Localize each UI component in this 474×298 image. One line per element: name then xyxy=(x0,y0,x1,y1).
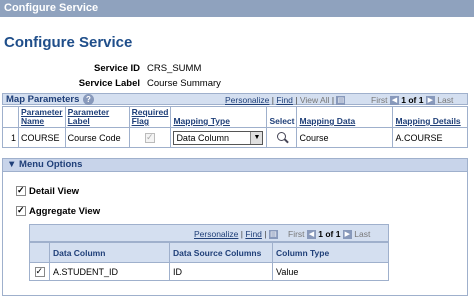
chevron-down-icon[interactable]: ▼ xyxy=(250,131,263,144)
data-column-value: A.STUDENT_ID xyxy=(49,262,170,281)
required-flag-checkbox xyxy=(145,132,156,143)
mapping-type-select[interactable]: Data Column ▼ xyxy=(173,130,264,145)
prev-icon[interactable]: ◀ xyxy=(389,96,399,106)
aggregate-personalize-link[interactable]: Personalize xyxy=(194,229,238,239)
map-parameters-title: Map Parameters xyxy=(6,94,80,105)
col-parameter-name[interactable]: Parameter Name xyxy=(18,106,66,128)
service-id-value: CRS_SUMM xyxy=(147,63,202,74)
aggregate-check-header xyxy=(29,242,50,263)
required-flag-cell xyxy=(128,127,172,148)
mapping-data: Course xyxy=(296,127,394,148)
detail-view-row: Detail View xyxy=(16,185,79,197)
table-row: 1 COURSE Course Code Data Column ▼ Cours… xyxy=(2,127,468,148)
col-mapping-data[interactable]: Mapping Data xyxy=(296,106,394,128)
service-label-label: Service Label xyxy=(78,78,140,89)
detail-view-label: Detail View xyxy=(29,186,79,197)
aggregate-last-link[interactable]: Last xyxy=(354,229,370,239)
aggregate-grid-nav: Personalize | Find | ▤ xyxy=(194,229,278,240)
aggregate-grid-header: Personalize | Find | ▤ First ◀ 1 of 1 ▶ … xyxy=(29,224,389,242)
help-icon[interactable]: ? xyxy=(83,94,94,105)
column-type-value: Value xyxy=(272,262,389,281)
mapping-type-cell: Data Column ▼ xyxy=(170,127,268,148)
select-cell xyxy=(266,127,298,148)
menu-options-header[interactable]: ▼ Menu Options xyxy=(3,159,467,172)
col-parameter-label[interactable]: Parameter Label xyxy=(64,106,130,128)
aggregate-paging-range: 1 of 1 xyxy=(318,229,341,239)
personalize-link[interactable]: Personalize xyxy=(225,95,269,105)
map-parameters-table: Parameter Name Parameter Label Required … xyxy=(2,106,468,148)
search-icon[interactable] xyxy=(277,132,287,141)
download-icon[interactable]: ▤ xyxy=(336,96,346,106)
parameter-label: Course Code xyxy=(64,127,130,148)
aggregate-table: Data Column Data Source Columns Column T… xyxy=(29,242,389,281)
grid-nav: Personalize | Find | View All | ▤ xyxy=(225,95,346,106)
aggregate-find-link[interactable]: Find xyxy=(245,229,262,239)
col-select: Select xyxy=(266,106,298,128)
aggregate-row-checkbox[interactable] xyxy=(34,266,45,277)
col-column-type: Column Type xyxy=(272,242,389,263)
service-id-label: Service ID xyxy=(94,63,140,74)
page-title: Configure Service xyxy=(4,34,133,51)
next-icon[interactable]: ▶ xyxy=(425,96,435,106)
table-header-row: Parameter Name Parameter Label Required … xyxy=(2,106,468,128)
aggregate-view-row: Aggregate View xyxy=(16,205,101,217)
menu-options-title: Menu Options xyxy=(19,159,83,170)
first-link[interactable]: First xyxy=(371,95,388,105)
map-parameters-header: Map Parameters ? Personalize | Find | Vi… xyxy=(2,93,468,106)
row-number: 1 xyxy=(2,127,19,148)
aggregate-next-icon[interactable]: ▶ xyxy=(342,230,352,240)
col-data-column: Data Column xyxy=(49,242,170,263)
data-source-value: ID xyxy=(169,262,273,281)
window-title-bar: Configure Service xyxy=(0,0,474,17)
aggregate-check-cell xyxy=(29,262,50,281)
collapse-icon[interactable]: ▼ xyxy=(7,159,16,170)
detail-view-checkbox[interactable] xyxy=(16,185,26,197)
aggregate-grid-paging: First ◀ 1 of 1 ▶ Last xyxy=(288,229,370,240)
aggregate-first-link[interactable]: First xyxy=(288,229,305,239)
table-row: A.STUDENT_ID ID Value xyxy=(29,262,389,281)
row-num-header xyxy=(2,106,19,128)
window-title: Configure Service xyxy=(4,2,99,14)
col-mapping-details[interactable]: Mapping Details xyxy=(392,106,468,128)
mapping-type-value: Data Column xyxy=(176,132,229,143)
aggregate-view-checkbox[interactable] xyxy=(16,205,26,217)
aggregate-view-label: Aggregate View xyxy=(29,206,101,217)
find-link[interactable]: Find xyxy=(276,95,293,105)
aggregate-header-row: Data Column Data Source Columns Column T… xyxy=(29,242,389,263)
grid-paging: First ◀ 1 of 1 ▶ Last xyxy=(371,95,453,106)
aggregate-download-icon[interactable]: ▤ xyxy=(268,230,278,240)
parameter-name: COURSE xyxy=(18,127,66,148)
view-all-link[interactable]: View All xyxy=(300,95,330,105)
col-data-source-columns: Data Source Columns xyxy=(169,242,273,263)
last-link[interactable]: Last xyxy=(437,95,453,105)
service-label-value: Course Summary xyxy=(147,78,221,89)
col-mapping-type[interactable]: Mapping Type xyxy=(170,106,268,128)
paging-range: 1 of 1 xyxy=(401,95,424,105)
mapping-details: A.COURSE xyxy=(392,127,468,148)
aggregate-prev-icon[interactable]: ◀ xyxy=(306,230,316,240)
col-required-flag[interactable]: Required Flag xyxy=(128,106,172,128)
